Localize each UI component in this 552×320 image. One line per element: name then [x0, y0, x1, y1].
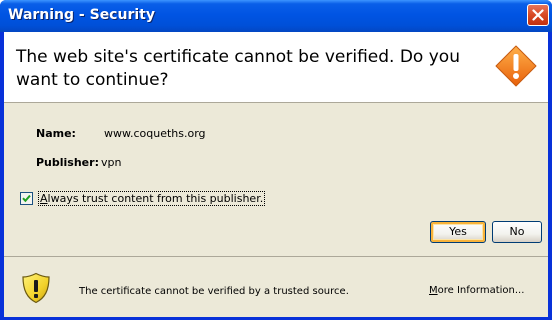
security-warning-dialog: Warning - Security The web site's certif…: [0, 0, 552, 320]
more-information-text: ore Information...: [437, 285, 525, 296]
footer-message: The certificate cannot be verified by a …: [79, 286, 349, 297]
always-trust-accel: A: [40, 191, 48, 205]
no-button[interactable]: No: [492, 221, 542, 243]
warning-diamond-icon: [495, 45, 537, 87]
window-title: Warning - Security: [8, 7, 155, 23]
checkmark-icon: [22, 194, 31, 202]
always-trust-text: lways trust content from this publisher.: [47, 191, 264, 205]
title-bar[interactable]: Warning - Security: [0, 0, 552, 32]
shield-warning-icon: [22, 272, 50, 304]
more-information-accel: M: [429, 285, 438, 296]
always-trust-option[interactable]: Always trust content from this publisher…: [20, 190, 266, 206]
publisher-value: vpn: [101, 156, 122, 169]
name-value: www.coqueths.org: [104, 127, 206, 140]
header-panel: The web site's certificate cannot be ver…: [4, 32, 548, 103]
footer-panel: The certificate cannot be verified by a …: [4, 256, 548, 317]
more-information-link[interactable]: More Information...: [429, 285, 524, 296]
publisher-label: Publisher:: [36, 156, 99, 169]
yes-button[interactable]: Yes: [430, 221, 486, 243]
close-button[interactable]: [527, 4, 549, 26]
always-trust-label[interactable]: Always trust content from this publisher…: [38, 190, 266, 206]
always-trust-checkbox[interactable]: [20, 191, 33, 205]
header-message: The web site's certificate cannot be ver…: [16, 47, 460, 90]
close-icon: [532, 9, 544, 21]
name-label: Name:: [36, 127, 76, 140]
dialog-body: The web site's certificate cannot be ver…: [4, 32, 548, 317]
